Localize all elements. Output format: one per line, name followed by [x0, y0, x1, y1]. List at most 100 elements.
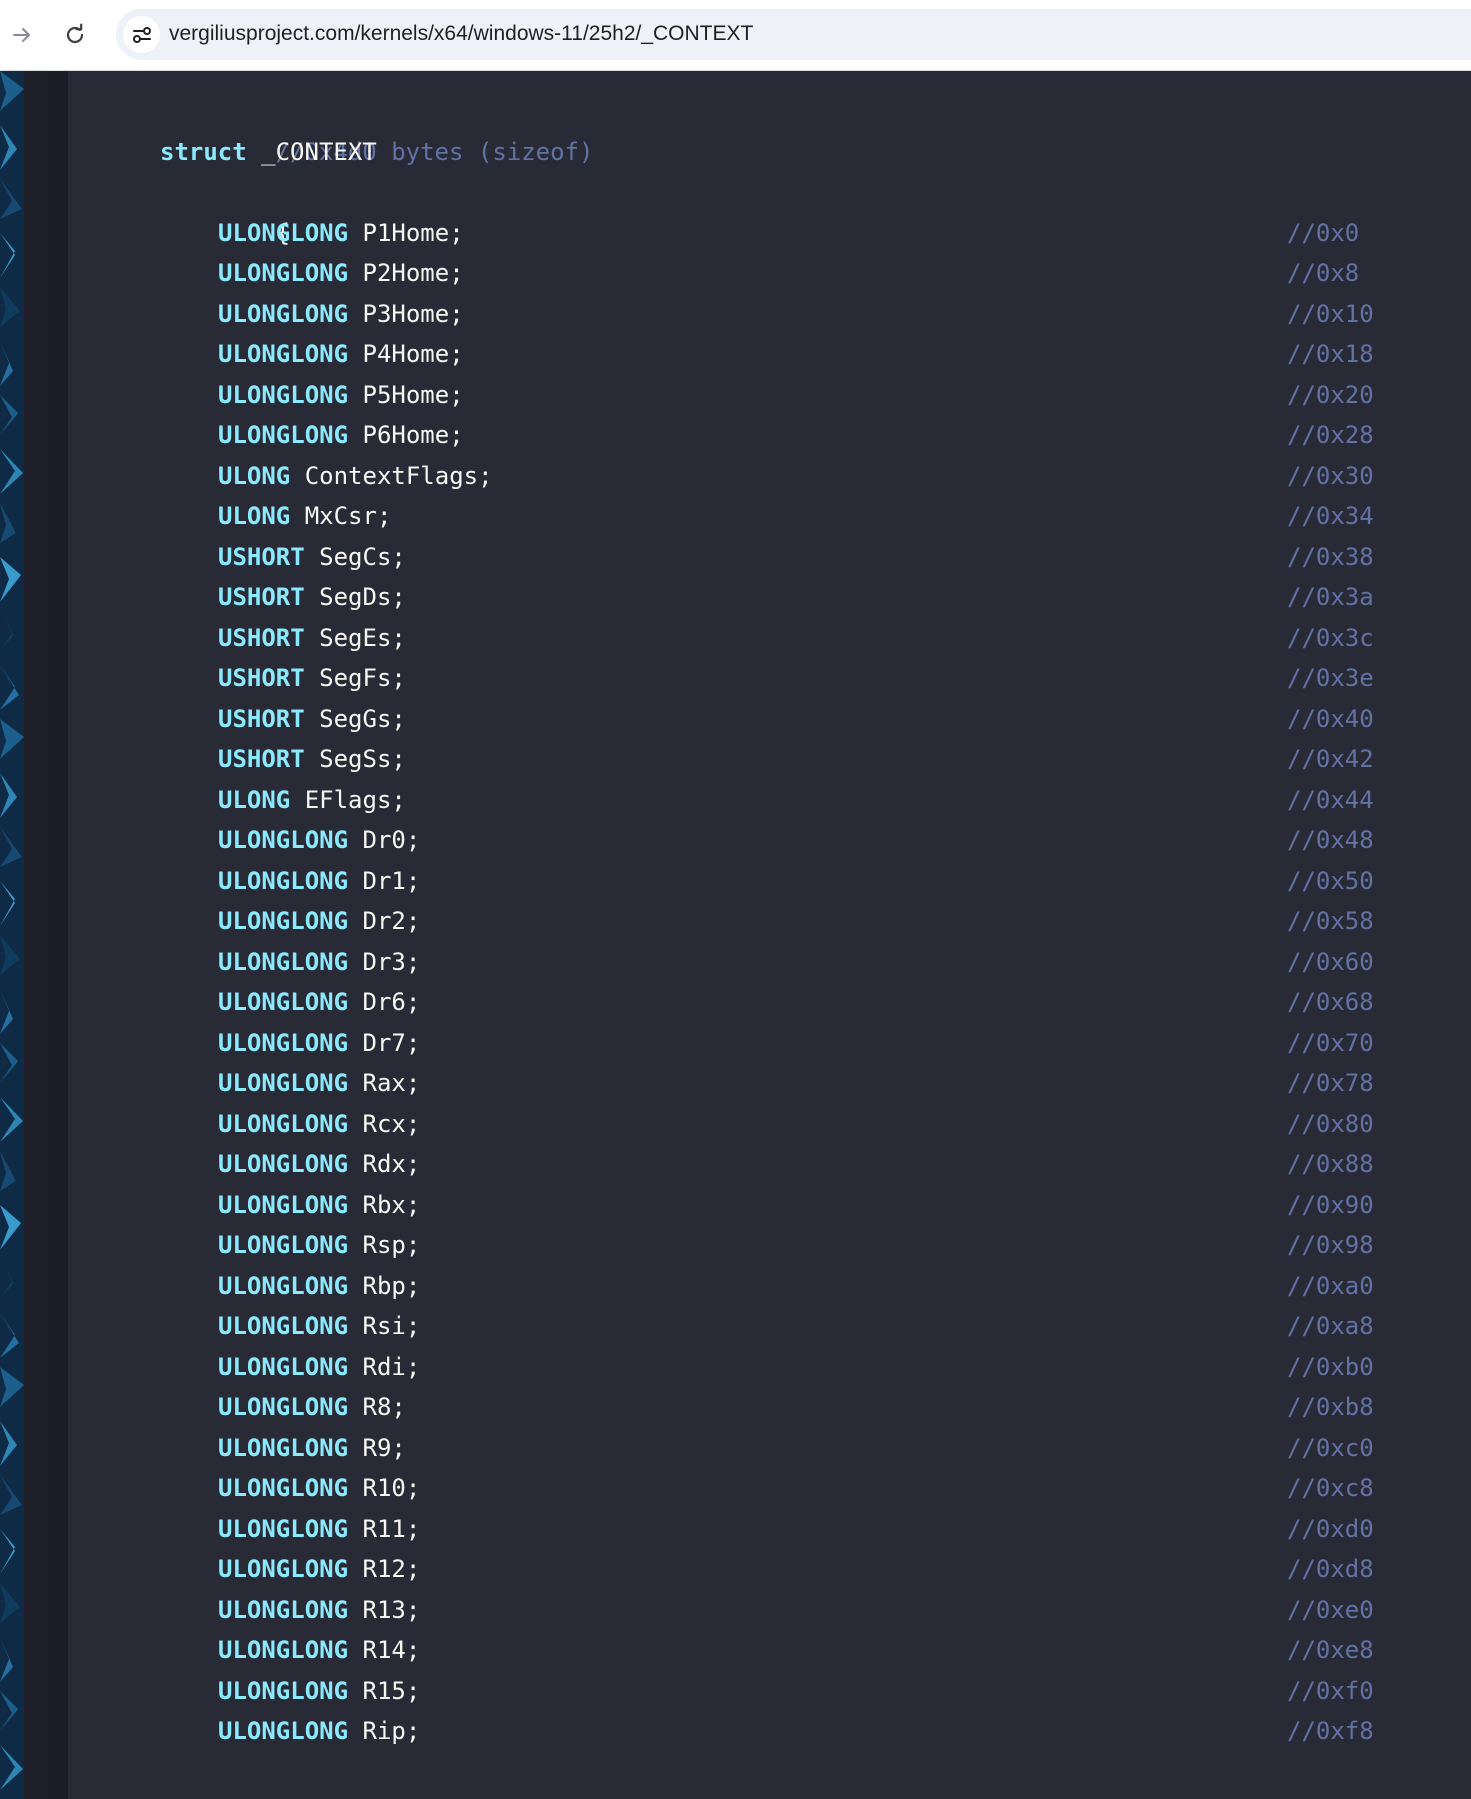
- member-offset-comment: //0x3a: [1287, 583, 1374, 611]
- struct-member-line: ULONG MxCsr; //0x34: [160, 496, 1420, 537]
- member-type: ULONGLONG: [218, 299, 349, 328]
- background-pattern: [0, 71, 24, 1799]
- size-comment-line: //0x4d0 bytes (sizeof): [160, 91, 1420, 166]
- page-content: //0x4d0 bytes (sizeof) struct _CONTEXT {…: [0, 71, 1471, 1799]
- member-name: Dr2;: [362, 907, 421, 935]
- member-offset-comment: //0xe0: [1287, 1595, 1374, 1624]
- struct-member-line: USHORT SegSs; //0x42: [160, 739, 1420, 780]
- member-type: ULONGLONG: [218, 1231, 349, 1259]
- struct-member-line: ULONGLONG R11; //0xd0: [160, 1509, 1420, 1550]
- member-type: ULONGLONG: [218, 1717, 349, 1745]
- reload-button[interactable]: [53, 13, 97, 57]
- url-text[interactable]: vergiliusproject.com/kernels/x64/windows…: [169, 22, 753, 46]
- member-offset-comment: //0xf8: [1287, 1717, 1374, 1745]
- member-type: ULONGLONG: [218, 907, 349, 935]
- member-name: EFlags;: [304, 785, 406, 814]
- struct-member-line: ULONGLONG Dr1; //0x50: [160, 861, 1420, 902]
- member-type: ULONGLONG: [218, 1312, 349, 1340]
- member-type: ULONGLONG: [218, 1595, 349, 1624]
- member-offset-comment: //0x98: [1287, 1231, 1374, 1259]
- member-name: R8;: [362, 1393, 406, 1421]
- member-offset-comment: //0x20: [1287, 380, 1374, 409]
- member-name: P6Home;: [362, 421, 464, 449]
- member-type: USHORT: [218, 704, 305, 733]
- member-type: ULONGLONG: [218, 988, 349, 1016]
- struct-member-line: ULONGLONG Rbp; //0xa0: [160, 1266, 1420, 1307]
- member-offset-comment: //0x78: [1287, 1069, 1374, 1097]
- struct-member-line: ULONGLONG Dr6; //0x68: [160, 982, 1420, 1023]
- member-type: ULONGLONG: [218, 1190, 349, 1219]
- member-offset-comment: //0xd8: [1287, 1555, 1374, 1583]
- member-offset-comment: //0x3c: [1287, 623, 1374, 652]
- member-name: R15;: [362, 1676, 421, 1705]
- struct-member-line: ULONGLONG R13; //0xe0: [160, 1590, 1420, 1631]
- member-name: MxCsr;: [304, 502, 392, 530]
- member-offset-comment: //0x68: [1287, 988, 1374, 1016]
- member-offset-comment: //0xc0: [1287, 1433, 1374, 1462]
- struct-member-line: USHORT SegDs; //0x3a: [160, 577, 1420, 618]
- member-offset-comment: //0xb0: [1287, 1352, 1374, 1381]
- struct-member-line: ULONGLONG Rsp; //0x98: [160, 1225, 1420, 1266]
- member-type: ULONGLONG: [218, 1109, 349, 1138]
- member-offset-comment: //0xb8: [1287, 1393, 1374, 1421]
- struct-member-line: USHORT SegEs; //0x3c: [160, 618, 1420, 659]
- struct-name: _CONTEXT: [261, 137, 377, 166]
- member-name: Rbx;: [362, 1190, 421, 1219]
- member-type: ULONGLONG: [218, 1069, 349, 1097]
- member-type: ULONG: [218, 502, 291, 530]
- struct-code-block: //0x4d0 bytes (sizeof) struct _CONTEXT {…: [160, 91, 1420, 1799]
- reload-icon: [66, 23, 84, 44]
- member-name: Rsp;: [362, 1231, 421, 1259]
- member-offset-comment: //0x34: [1287, 502, 1374, 530]
- forward-button[interactable]: [0, 13, 44, 57]
- address-bar[interactable]: vergiliusproject.com/kernels/x64/windows…: [116, 9, 1471, 60]
- member-name: SegDs;: [319, 583, 406, 611]
- struct-member-line: ULONGLONG Dr3; //0x60: [160, 942, 1420, 983]
- member-type: ULONGLONG: [218, 1474, 349, 1502]
- left-rail: [24, 71, 48, 1799]
- browser-toolbar: vergiliusproject.com/kernels/x64/windows…: [0, 0, 1471, 71]
- struct-member-line: ULONGLONG Dr0; //0x48: [160, 820, 1420, 861]
- member-name: Dr1;: [362, 866, 421, 895]
- member-offset-comment: //0x44: [1287, 785, 1374, 814]
- arrow-right-icon: [13, 28, 30, 42]
- struct-member-line: ULONGLONG R14; //0xe8: [160, 1630, 1420, 1671]
- member-type: ULONGLONG: [218, 1514, 349, 1543]
- member-offset-comment: //0x3e: [1287, 664, 1374, 692]
- member-type: ULONGLONG: [218, 826, 349, 854]
- struct-member-line: ULONGLONG Rcx; //0x80: [160, 1104, 1420, 1145]
- member-name: Rip;: [362, 1717, 421, 1745]
- member-offset-comment: //0x88: [1287, 1150, 1374, 1178]
- member-offset-comment: //0x10: [1287, 299, 1374, 328]
- member-name: ContextFlags;: [304, 461, 493, 490]
- member-offset-comment: //0x80: [1287, 1109, 1374, 1138]
- member-type: ULONG: [218, 461, 291, 490]
- member-type: ULONGLONG: [218, 421, 349, 449]
- struct-member-line: ULONGLONG R15; //0xf0: [160, 1671, 1420, 1712]
- member-name: SegCs;: [319, 542, 406, 571]
- member-offset-comment: //0x42: [1287, 745, 1374, 773]
- member-type: ULONGLONG: [218, 1555, 349, 1583]
- open-brace-line: {: [160, 172, 1420, 247]
- member-type: USHORT: [218, 583, 305, 611]
- struct-member-line: ULONGLONG Rdi; //0xb0: [160, 1347, 1420, 1388]
- member-offset-comment: //0xd0: [1287, 1514, 1374, 1543]
- struct-member-line: ULONG ContextFlags; //0x30: [160, 456, 1420, 497]
- member-name: Rcx;: [362, 1109, 421, 1138]
- member-type: ULONGLONG: [218, 259, 349, 287]
- member-type: ULONGLONG: [218, 1271, 349, 1300]
- member-name: R12;: [362, 1555, 421, 1583]
- site-info-button[interactable]: [123, 16, 160, 53]
- member-type: ULONGLONG: [218, 947, 349, 976]
- member-type: ULONGLONG: [218, 1393, 349, 1421]
- member-name: P5Home;: [362, 380, 464, 409]
- struct-member-line: ULONGLONG Rip; //0xf8: [160, 1711, 1420, 1752]
- member-type: ULONGLONG: [218, 1028, 349, 1057]
- member-name: SegEs;: [319, 623, 406, 652]
- struct-member-line: ULONGLONG Dr7; //0x70: [160, 1023, 1420, 1064]
- member-type: USHORT: [218, 664, 305, 692]
- struct-member-line: ULONGLONG R12; //0xd8: [160, 1549, 1420, 1590]
- member-type: USHORT: [218, 542, 305, 571]
- member-name: Rax;: [362, 1069, 421, 1097]
- member-type: USHORT: [218, 623, 305, 652]
